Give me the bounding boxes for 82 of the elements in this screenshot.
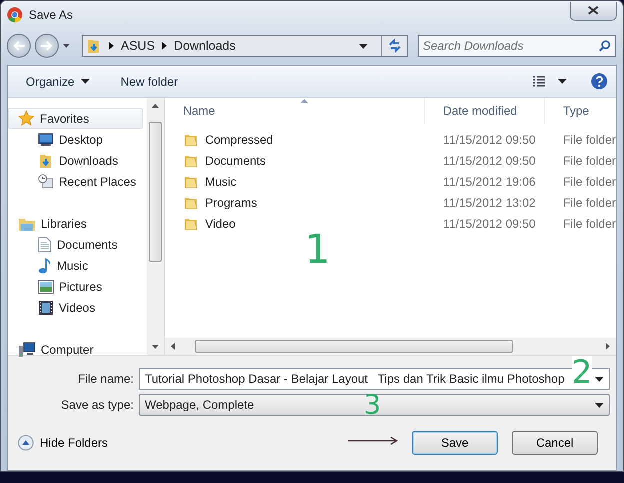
date-cell-text: 11/15/2012 09:50: [442, 216, 537, 230]
list-view-icon: [532, 76, 546, 88]
view-button[interactable]: [532, 76, 567, 88]
file-name[interactable]: Music: [205, 174, 237, 188]
type-cell-text: File folder: [562, 132, 616, 146]
sort-arrow-icon: [301, 99, 308, 103]
nav-item[interactable]: Desktop: [8, 129, 148, 150]
dropdown-arrow-icon: [80, 79, 90, 84]
vertical-scrollbar[interactable]: [147, 98, 164, 355]
scroll-down-icon[interactable]: [152, 345, 160, 349]
save-button[interactable]: Save: [412, 431, 498, 455]
refresh-icon: [388, 39, 402, 53]
history-dropdown-icon[interactable]: [63, 44, 70, 48]
file-name[interactable]: Programs: [205, 196, 258, 210]
nav-item[interactable]: Pictures: [8, 276, 148, 297]
dropdown-arrow-icon: [595, 402, 604, 408]
search-field[interactable]: Search Downloads: [418, 35, 616, 57]
dropdown-arrow-icon: [359, 44, 368, 48]
type-cell-text: File folder: [562, 174, 616, 188]
nav-item[interactable]: Documents: [8, 234, 148, 255]
cancel-button[interactable]: Cancel: [512, 431, 598, 455]
browser-logo-icon: [7, 7, 23, 23]
annotation-arrow: [348, 437, 398, 445]
pictures-icon: [38, 280, 54, 294]
date-cell-text: 11/15/2012 09:50: [442, 154, 537, 168]
music-note-icon: [38, 258, 52, 274]
type-cell-text: File folder: [562, 154, 616, 168]
annotation-number: 1: [305, 230, 330, 270]
computer-icon: [18, 342, 36, 358]
breadcrumb[interactable]: ASUS: [121, 39, 156, 53]
field-label: Save as type:: [60, 398, 134, 412]
film-icon: [38, 300, 54, 316]
type-cell-text: File folder: [562, 216, 616, 230]
scroll-right-icon[interactable]: [606, 343, 610, 350]
nav-item[interactable]: Recent Places: [8, 171, 148, 192]
organize-button[interactable]: Organize: [26, 72, 90, 90]
nav-group-item[interactable]: Libraries: [8, 213, 148, 234]
dropdown-arrow-icon: [558, 79, 567, 84]
date-cell-text: 11/15/2012 19:06: [442, 174, 537, 188]
close-icon: [588, 6, 599, 15]
chevron-icon: [162, 42, 168, 50]
nav-group-item[interactable]: Computer: [8, 339, 148, 360]
dropdown-arrow-icon: [595, 376, 604, 382]
recent-places-icon: [38, 174, 54, 190]
file-name[interactable]: Video: [205, 216, 236, 230]
nav-item[interactable]: Music: [8, 255, 148, 276]
window-title: Save As: [29, 8, 74, 22]
back-arrow-icon: [13, 41, 25, 51]
help-icon: [591, 73, 608, 90]
file-name[interactable]: Documents: [205, 154, 266, 168]
desktop-icon: [38, 132, 54, 148]
close-button[interactable]: [570, 2, 617, 20]
type-cell-text: File folder: [562, 196, 616, 210]
annotation-number: 3: [364, 392, 382, 419]
date-cell-text: 11/15/2012 09:50: [442, 132, 537, 146]
scroll-left-icon[interactable]: [171, 343, 176, 350]
download-folder-icon: [38, 152, 54, 168]
help-button[interactable]: [591, 73, 608, 90]
chevron-icon: [109, 42, 114, 50]
file-name[interactable]: Compressed: [205, 132, 274, 146]
document-icon: [38, 236, 52, 252]
hide-folders-button[interactable]: Hide Folders: [18, 435, 108, 451]
download-folder-icon: [86, 38, 102, 54]
nav-item[interactable]: Videos: [8, 297, 148, 318]
nav-group-item[interactable]: Favorites: [8, 108, 144, 129]
column-header[interactable]: Date modified: [425, 98, 546, 124]
date-cell-text: 11/15/2012 13:02: [442, 196, 537, 210]
search-icon: [599, 40, 611, 52]
column-header[interactable]: Type: [545, 98, 616, 124]
column-header[interactable]: Name: [165, 98, 426, 124]
forward-arrow-icon: [41, 41, 53, 51]
forward-button[interactable]: [35, 34, 59, 58]
horizontal-scrollbar[interactable]: [165, 338, 616, 355]
star-icon: [18, 110, 35, 127]
new-folder-button[interactable]: New folder: [120, 72, 178, 90]
collapse-icon: [18, 435, 34, 451]
nav-item[interactable]: Downloads: [8, 150, 148, 171]
back-button[interactable]: [7, 34, 31, 58]
address-bar[interactable]: ASUS Downloads: [82, 35, 408, 57]
field-label: File name:: [76, 372, 134, 386]
scroll-up-icon[interactable]: [152, 104, 160, 108]
breadcrumb[interactable]: Downloads: [174, 39, 236, 53]
